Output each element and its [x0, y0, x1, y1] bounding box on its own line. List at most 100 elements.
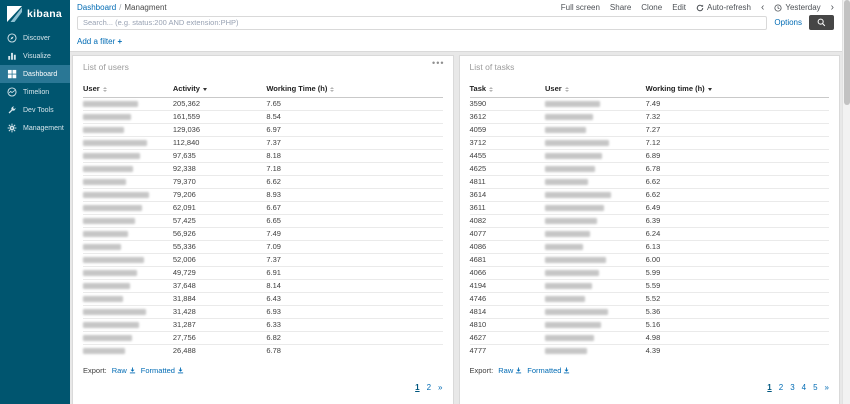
breadcrumb-dashboard-link[interactable]: Dashboard [77, 3, 116, 12]
edit-button[interactable]: Edit [672, 3, 686, 12]
redacted-user-name [83, 270, 137, 276]
time-picker-button[interactable]: Yesterday [774, 3, 820, 12]
cell-task: 4066 [470, 267, 545, 280]
export-raw-link[interactable]: Raw [498, 366, 522, 375]
redacted-user-name [545, 309, 608, 315]
panel-options-icon[interactable]: ••• [432, 59, 444, 67]
pagination-page-3[interactable]: 3 [790, 383, 794, 392]
cell-time: 6.49 [646, 202, 829, 215]
redacted-user-name [545, 101, 600, 107]
table-row: 41945.59 [470, 280, 830, 293]
cell-activity: 31,287 [173, 319, 266, 332]
cell-task: 4681 [470, 254, 545, 267]
cell-time: 7.49 [266, 228, 442, 241]
cell-activity: 92,338 [173, 163, 266, 176]
table-row: 52,0067.37 [83, 254, 443, 267]
export-label: Export: [83, 366, 107, 375]
scrollbar-thumb[interactable] [844, 0, 850, 105]
users-pagination: 12 » [83, 383, 443, 392]
full-screen-button[interactable]: Full screen [561, 3, 600, 12]
sidebar-item-management[interactable]: Management [0, 119, 70, 137]
cell-time: 6.97 [266, 124, 442, 137]
cell-time: 6.91 [266, 267, 442, 280]
table-row: 57,4256.65 [83, 215, 443, 228]
cell-time: 6.78 [646, 163, 829, 176]
cell-user-redacted [83, 280, 173, 293]
pagination-page-2[interactable]: 2 [427, 383, 431, 392]
cell-user-redacted [545, 163, 646, 176]
cell-user-redacted [83, 267, 173, 280]
cell-task: 4777 [470, 345, 545, 358]
panel-list-of-users: List of users ••• User Activity Working … [72, 55, 454, 404]
panel-title: List of users [83, 62, 443, 72]
sidebar-item-label: Dev Tools [23, 107, 54, 114]
kibana-logo-text: kibana [27, 8, 62, 20]
pagination-page-4[interactable]: 4 [802, 383, 806, 392]
table-row: 49,7296.91 [83, 267, 443, 280]
table-row: 26,4886.78 [83, 345, 443, 358]
pagination-page-2[interactable]: 2 [779, 383, 783, 392]
sidebar-item-dev-tools[interactable]: Dev Tools [0, 101, 70, 119]
breadcrumb-separator: / [119, 3, 121, 12]
table-row: 48116.62 [470, 176, 830, 189]
search-input[interactable] [77, 16, 767, 30]
cell-user-redacted [83, 254, 173, 267]
table-row: 79,3706.62 [83, 176, 443, 189]
redacted-user-name [83, 322, 139, 328]
sort-icon [565, 87, 569, 92]
kibana-logo[interactable]: kibana [0, 0, 70, 29]
column-header-user[interactable]: User [83, 81, 173, 98]
cell-task: 3590 [470, 98, 545, 111]
pagination-next[interactable]: » [825, 383, 829, 392]
time-forward-chevron-icon[interactable]: › [831, 4, 834, 12]
pagination-page-5[interactable]: 5 [813, 383, 817, 392]
column-header-user[interactable]: User [545, 81, 646, 98]
sidebar-item-visualize[interactable]: Visualize [0, 47, 70, 65]
export-raw-link[interactable]: Raw [112, 366, 136, 375]
redacted-user-name [83, 348, 125, 354]
column-header-working-time[interactable]: Working time (h) [646, 81, 829, 98]
cell-time: 7.18 [266, 163, 442, 176]
export-row: Export: Raw Formatted [470, 366, 830, 375]
pagination-page-1[interactable]: 1 [415, 383, 419, 392]
search-button[interactable] [809, 15, 834, 30]
cell-user-redacted [545, 215, 646, 228]
redacted-user-name [83, 127, 124, 133]
sidebar-item-timelion[interactable]: Timelion [0, 83, 70, 101]
column-header-activity[interactable]: Activity [173, 81, 266, 98]
panel-list-of-tasks: List of tasks Task User Working time (h)… [459, 55, 841, 404]
time-back-chevron-icon[interactable]: ‹ [761, 4, 764, 12]
cell-time: 7.32 [646, 111, 829, 124]
redacted-user-name [83, 244, 121, 250]
export-formatted-link[interactable]: Formatted [527, 366, 570, 375]
download-icon [177, 367, 184, 374]
auto-refresh-label: Auto-refresh [707, 3, 751, 12]
sidebar-item-dashboard[interactable]: Dashboard [0, 65, 70, 83]
redacted-user-name [545, 166, 595, 172]
share-button[interactable]: Share [610, 3, 631, 12]
cell-user-redacted [83, 150, 173, 163]
cell-time: 6.62 [266, 176, 442, 189]
table-row: 40776.24 [470, 228, 830, 241]
auto-refresh-button[interactable]: Auto-refresh [696, 3, 751, 12]
cell-activity: 62,091 [173, 202, 266, 215]
cell-task: 3614 [470, 189, 545, 202]
table-row: 205,3627.65 [83, 98, 443, 111]
cell-time: 7.27 [646, 124, 829, 137]
cell-user-redacted [545, 176, 646, 189]
clone-button[interactable]: Clone [641, 3, 662, 12]
export-formatted-link[interactable]: Formatted [141, 366, 184, 375]
column-header-working-time[interactable]: Working Time (h) [266, 81, 442, 98]
cell-user-redacted [83, 163, 173, 176]
cell-task: 3712 [470, 137, 545, 150]
cell-user-redacted [545, 280, 646, 293]
pagination-page-1[interactable]: 1 [767, 383, 771, 392]
redacted-user-name [545, 335, 594, 341]
pagination-next[interactable]: » [438, 383, 442, 392]
search-options-link[interactable]: Options [774, 18, 802, 27]
sidebar-item-discover[interactable]: Discover [0, 29, 70, 47]
cell-user-redacted [83, 306, 173, 319]
vertical-scrollbar[interactable] [842, 0, 850, 404]
column-header-task[interactable]: Task [470, 81, 545, 98]
add-filter-button[interactable]: Add a filter + [77, 37, 122, 46]
